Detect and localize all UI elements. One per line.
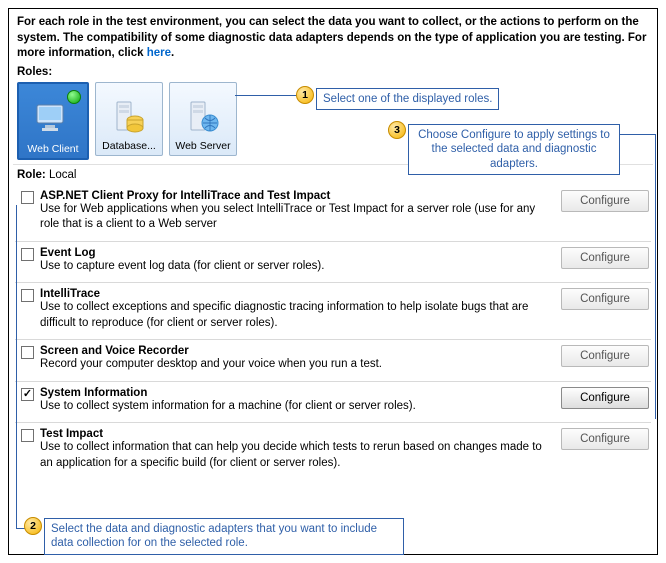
adapter-desc: Use to collect information that can help… — [40, 440, 543, 471]
adapter-desc: Use to capture event log data (for clien… — [40, 259, 543, 275]
adapter-body: ASP.NET Client Proxy for IntelliTrace an… — [40, 190, 543, 233]
role-value: Local — [49, 169, 77, 181]
adapter-row: Screen and Voice RecorderRecord your com… — [15, 339, 651, 381]
adapter-row: IntelliTraceUse to collect exceptions an… — [15, 282, 651, 339]
active-badge-icon — [67, 90, 81, 104]
adapter-title: Event Log — [40, 247, 543, 259]
adapter-title: Test Impact — [40, 428, 543, 440]
callout-3: Choose Configure to apply settings to th… — [408, 124, 620, 175]
adapter-title: IntelliTrace — [40, 288, 543, 300]
adapter-row: System InformationUse to collect system … — [15, 381, 651, 423]
adapter-desc: Use for Web applications when you select… — [40, 202, 543, 233]
adapter-desc: Use to collect system information for a … — [40, 399, 543, 415]
adapter-row: Test ImpactUse to collect information th… — [15, 422, 651, 479]
adapter-checkbox[interactable] — [21, 429, 34, 442]
callout-1: Select one of the displayed roles. — [316, 88, 499, 110]
configure-button[interactable]: Configure — [561, 345, 649, 367]
role-tile-database-[interactable]: Database... — [95, 82, 163, 156]
monitor-icon — [33, 101, 73, 139]
adapter-row: ASP.NET Client Proxy for IntelliTrace an… — [15, 185, 651, 241]
callout-2: Select the data and diagnostic adapters … — [44, 518, 404, 555]
configure-button[interactable]: Configure — [561, 387, 649, 409]
adapter-body: Screen and Voice RecorderRecord your com… — [40, 345, 543, 373]
role-tile-web-server[interactable]: Web Server — [169, 82, 237, 156]
role-tile-label: Database... — [102, 140, 156, 152]
adapter-row: Event LogUse to capture event log data (… — [15, 241, 651, 283]
intro-text: For each role in the test environment, y… — [13, 13, 653, 62]
adapter-title: Screen and Voice Recorder — [40, 345, 543, 357]
role-tile-label: Web Server — [175, 140, 230, 152]
intro-after: . — [171, 47, 174, 59]
adapter-body: Event LogUse to capture event log data (… — [40, 247, 543, 275]
here-link[interactable]: here — [147, 47, 171, 59]
configure-button[interactable]: Configure — [561, 288, 649, 310]
adapter-checkbox[interactable] — [21, 289, 34, 302]
adapter-checkbox[interactable] — [21, 191, 34, 204]
adapter-body: IntelliTraceUse to collect exceptions an… — [40, 288, 543, 331]
roles-label: Roles: — [13, 62, 653, 78]
adapter-title: System Information — [40, 387, 543, 399]
db-server-icon — [109, 98, 149, 136]
adapter-checkbox[interactable] — [21, 346, 34, 359]
role-tile-web-client[interactable]: Web Client — [17, 82, 89, 160]
adapter-body: System InformationUse to collect system … — [40, 387, 543, 415]
callout-badge-3: 3 — [388, 121, 406, 139]
adapter-checkbox[interactable] — [21, 248, 34, 261]
configure-button[interactable]: Configure — [561, 428, 649, 450]
configure-button[interactable]: Configure — [561, 247, 649, 269]
configure-button[interactable]: Configure — [561, 190, 649, 212]
adapter-desc: Use to collect exceptions and specific d… — [40, 300, 543, 331]
role-tile-label: Web Client — [27, 143, 78, 155]
adapter-desc: Record your computer desktop and your vo… — [40, 357, 543, 373]
adapter-list: ASP.NET Client Proxy for IntelliTrace an… — [13, 185, 653, 480]
callout-badge-1: 1 — [296, 86, 314, 104]
role-label: Role: — [17, 169, 46, 181]
intro-before: For each role in the test environment, y… — [17, 16, 646, 59]
adapter-title: ASP.NET Client Proxy for IntelliTrace an… — [40, 190, 543, 202]
adapter-checkbox[interactable] — [21, 388, 34, 401]
adapter-body: Test ImpactUse to collect information th… — [40, 428, 543, 471]
callout-badge-2: 2 — [24, 517, 42, 535]
web-server-icon — [183, 98, 223, 136]
